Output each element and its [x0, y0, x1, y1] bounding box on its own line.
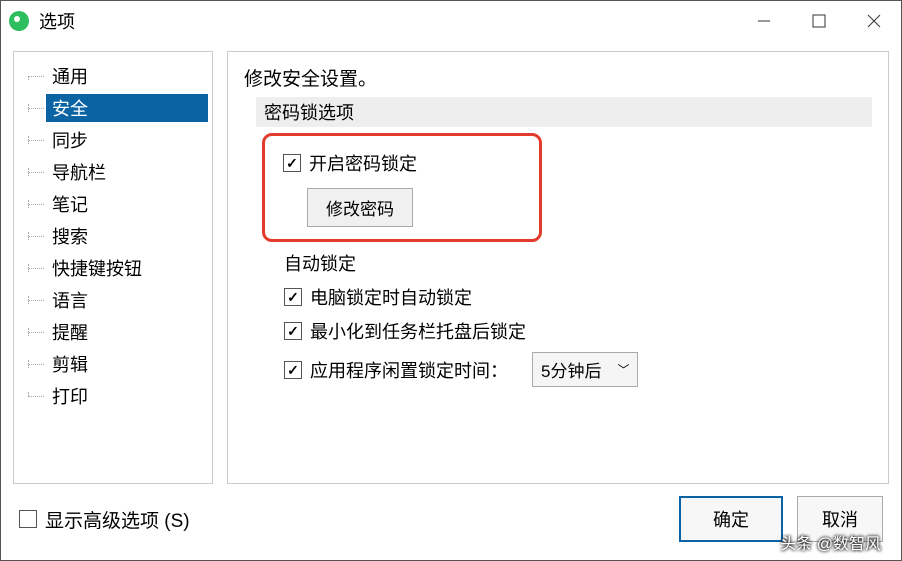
- sidebar-item[interactable]: 打印: [18, 380, 208, 412]
- password-section-header: 密码锁选项: [256, 97, 872, 127]
- idle-lock-row: 应用程序闲置锁定时间： 5分钟后 ﹀: [284, 352, 872, 387]
- sidebar-item[interactable]: 快捷键按钮: [18, 252, 208, 284]
- lock-on-minimize-checkbox[interactable]: 最小化到任务栏托盘后锁定: [284, 318, 872, 344]
- idle-lock-value: 5分钟后: [541, 357, 601, 382]
- sidebar-item-label: 打印: [46, 382, 208, 410]
- auto-lock-header: 自动锁定: [284, 250, 872, 276]
- footer: 显示高级选项 (S) 确定 取消: [1, 484, 901, 560]
- password-lock-group: 开启密码锁定 修改密码: [262, 133, 542, 242]
- idle-lock-label: 应用程序闲置锁定时间：: [310, 357, 508, 383]
- change-password-button[interactable]: 修改密码: [307, 188, 413, 227]
- chevron-down-icon: ﹀: [617, 361, 629, 378]
- checkmark-icon: [284, 361, 302, 379]
- maximize-button[interactable]: [791, 1, 846, 41]
- lock-on-pc-lock-label: 电脑锁定时自动锁定: [310, 284, 472, 310]
- sidebar-item-label: 语言: [46, 286, 208, 314]
- sidebar-item-label: 同步: [46, 126, 208, 154]
- sidebar-item-label: 提醒: [46, 318, 208, 346]
- sidebar-item[interactable]: 提醒: [18, 316, 208, 348]
- options-window: 选项 通用安全同步导航栏笔记搜索快捷键按钮语言提醒剪辑打印 修改安全设置。 密码…: [0, 0, 902, 561]
- sidebar-item[interactable]: 笔记: [18, 188, 208, 220]
- lock-on-minimize-label: 最小化到任务栏托盘后锁定: [310, 318, 526, 344]
- titlebar: 选项: [1, 1, 901, 41]
- sidebar-item[interactable]: 同步: [18, 124, 208, 156]
- enable-password-lock-label: 开启密码锁定: [309, 150, 417, 176]
- show-advanced-checkbox[interactable]: 显示高级选项 (S): [19, 506, 190, 533]
- auto-lock-section: 电脑锁定时自动锁定 最小化到任务栏托盘后锁定 应用程序闲置锁定时间： 5分钟后 …: [284, 284, 872, 387]
- content-panel: 修改安全设置。 密码锁选项 开启密码锁定 修改密码 自动锁定 电脑锁定时自动锁定…: [227, 51, 889, 484]
- checkmark-icon: [284, 322, 302, 340]
- sidebar-item[interactable]: 安全: [18, 92, 208, 124]
- sidebar-item[interactable]: 语言: [18, 284, 208, 316]
- sidebar-item-label: 笔记: [46, 190, 208, 218]
- ok-button[interactable]: 确定: [679, 496, 783, 542]
- minimize-button[interactable]: [736, 1, 791, 41]
- sidebar-item-label: 安全: [46, 94, 208, 122]
- footer-buttons: 确定 取消: [679, 496, 883, 542]
- sidebar-item[interactable]: 剪辑: [18, 348, 208, 380]
- checkmark-icon: [284, 288, 302, 306]
- sidebar-item-label: 导航栏: [46, 158, 208, 186]
- window-controls: [736, 1, 901, 41]
- sidebar-item[interactable]: 导航栏: [18, 156, 208, 188]
- sidebar-item[interactable]: 搜索: [18, 220, 208, 252]
- body-area: 通用安全同步导航栏笔记搜索快捷键按钮语言提醒剪辑打印 修改安全设置。 密码锁选项…: [1, 41, 901, 484]
- sidebar-item-label: 快捷键按钮: [46, 254, 208, 282]
- enable-password-lock-checkbox[interactable]: 开启密码锁定: [283, 150, 521, 176]
- lock-on-pc-lock-checkbox[interactable]: 电脑锁定时自动锁定: [284, 284, 872, 310]
- sidebar-item-label: 剪辑: [46, 350, 208, 378]
- sidebar-item[interactable]: 通用: [18, 60, 208, 92]
- sidebar-item-label: 搜索: [46, 222, 208, 250]
- show-advanced-label: 显示高级选项 (S): [45, 506, 190, 533]
- idle-lock-select[interactable]: 5分钟后 ﹀: [532, 352, 638, 387]
- checkbox-icon: [19, 510, 37, 528]
- window-title: 选项: [39, 8, 75, 34]
- section-heading: 修改安全设置。: [244, 64, 872, 91]
- app-icon: [9, 11, 29, 31]
- close-button[interactable]: [846, 1, 901, 41]
- checkmark-icon: [283, 154, 301, 172]
- sidebar-item-label: 通用: [46, 62, 208, 90]
- cancel-button[interactable]: 取消: [797, 496, 883, 542]
- sidebar: 通用安全同步导航栏笔记搜索快捷键按钮语言提醒剪辑打印: [13, 51, 213, 484]
